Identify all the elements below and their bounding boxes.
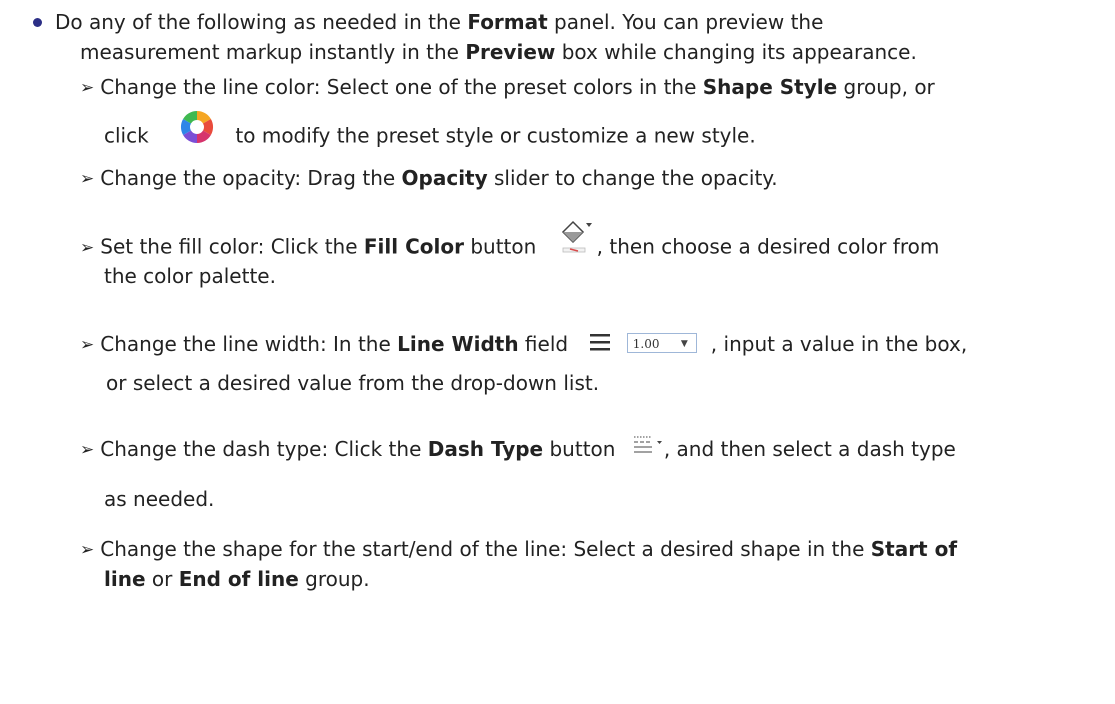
intro-text: box while changing its appearance. <box>555 40 917 64</box>
format-term: Format <box>467 10 548 34</box>
bullet-dot-icon <box>33 18 42 27</box>
item-text: group, or <box>837 75 935 99</box>
dash-type-icon <box>632 433 664 457</box>
item-text: button <box>463 234 537 259</box>
arrow-bullet-icon: ➢ <box>80 335 95 355</box>
item-text: Change the dash type: Click the <box>100 437 428 461</box>
arrow-bullet-icon: ➢ <box>80 440 95 460</box>
intro-line-1: Do any of the following as needed in the… <box>55 8 823 36</box>
list-item-dash-type-cont: as needed. <box>104 485 214 513</box>
list-item-fill-color-cont: the color palette. <box>104 262 276 290</box>
list-item-line-ends-cont: line or End of line group. <box>104 565 370 593</box>
line-width-icon <box>588 330 612 354</box>
start-of-line-term: Start of <box>870 537 958 561</box>
item-text: as needed. <box>104 487 215 511</box>
item-text: Set the fill color: Click the <box>100 234 364 259</box>
item-text: Change the shape for the start/end of th… <box>100 537 871 561</box>
preview-term: Preview <box>465 40 556 64</box>
item-text: button <box>543 437 616 461</box>
item-text: , then choose a desired color from <box>596 234 940 259</box>
item-text: click <box>104 123 149 148</box>
item-text: Change the line width: In the <box>100 332 398 356</box>
list-item-line-color: ➢ Change the line color: Select one of th… <box>80 73 935 103</box>
dropdown-caret-icon: ▼ <box>680 338 688 349</box>
arrow-bullet-icon: ➢ <box>80 169 95 189</box>
item-text: group. <box>298 567 370 591</box>
fill-color-icon <box>557 218 597 258</box>
list-item-line-width-cont: or select a desired value from the drop-… <box>106 369 599 397</box>
color-wheel-icon <box>177 107 217 147</box>
opacity-term: Opacity <box>401 166 488 190</box>
start-of-line-term: line <box>104 567 146 591</box>
help-page: Do any of the following as needed in the… <box>0 0 1115 704</box>
item-text: or <box>145 567 179 591</box>
fill-color-term: Fill Color <box>363 234 464 259</box>
dash-type-term: Dash Type <box>427 437 544 461</box>
intro-text: measurement markup instantly in the <box>80 40 466 64</box>
list-item-line-width: ➢ Change the line width: In the Line Widt… <box>80 330 967 360</box>
item-text: field <box>518 332 569 356</box>
item-text: slider to change the opacity. <box>487 166 778 190</box>
intro-line-2: measurement markup instantly in the Prev… <box>80 38 917 66</box>
item-text: Change the opacity: Drag the <box>100 166 402 190</box>
intro-text: Do any of the following as needed in the <box>55 10 468 34</box>
intro-text: panel. You can preview the <box>547 10 824 34</box>
end-of-line-term: End of line <box>178 567 299 591</box>
arrow-bullet-icon: ➢ <box>80 540 95 560</box>
list-item-line-color-cont: click to modify the preset style or cust… <box>104 110 756 157</box>
item-text: or select a desired value from the drop-… <box>106 371 600 395</box>
item-text: to modify the preset style or customize … <box>235 123 756 148</box>
item-text: , and then select a dash type <box>663 437 956 461</box>
item-text: the color palette. <box>104 264 276 288</box>
line-width-term: Line Width <box>397 332 519 356</box>
shape-style-term: Shape Style <box>702 75 838 99</box>
item-text: , input a value in the box, <box>710 332 968 356</box>
line-width-value: 1.00 <box>632 336 660 351</box>
arrow-bullet-icon: ➢ <box>80 237 95 258</box>
list-item-line-ends: ➢ Change the shape for the start/end of t… <box>80 535 957 565</box>
list-item-opacity: ➢ Change the opacity: Drag the Opacity sl… <box>80 164 778 194</box>
line-width-field: 1.00 ▼ <box>626 332 697 353</box>
arrow-bullet-icon: ➢ <box>80 78 95 98</box>
list-item-dash-type: ➢ Change the dash type: Click the Dash Ty… <box>80 435 956 465</box>
item-text: Change the line color: Select one of the… <box>100 75 703 99</box>
